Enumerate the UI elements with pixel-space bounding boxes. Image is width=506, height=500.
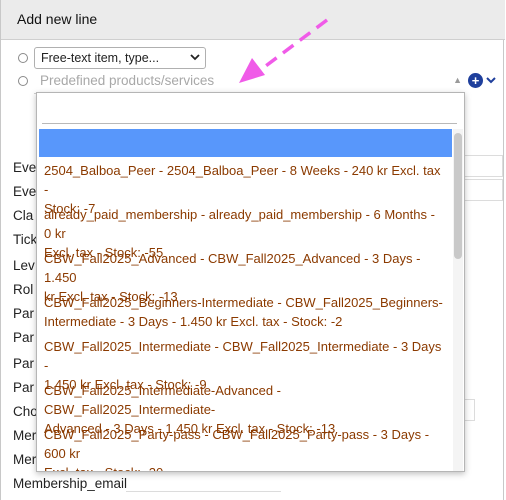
form-label: Mer bbox=[13, 452, 37, 467]
dialog-frame: Add new line Free-text item, type... Pre… bbox=[0, 0, 505, 500]
option-line: 2504_Balboa_Peer - 2504_Balboa_Peer - 8 … bbox=[44, 163, 441, 197]
form-label: Par bbox=[13, 330, 35, 345]
option-line: CBW_Fall2025_Party-pass - CBW_Fall2025_P… bbox=[44, 427, 430, 461]
products-dropdown: 2504_Balboa_Peer - 2504_Balboa_Peer - 8 … bbox=[36, 92, 465, 472]
form-label: Eve bbox=[13, 184, 37, 199]
membership-email-input[interactable] bbox=[126, 491, 281, 492]
dropdown-option[interactable]: CBW_Fall2025_Party-pass - CBW_Fall2025_P… bbox=[44, 425, 444, 471]
form-label: Tick bbox=[13, 232, 38, 247]
form-label: Par bbox=[13, 356, 35, 371]
option-line: CBW_Fall2025_Beginners-Intermediate - CB… bbox=[44, 295, 443, 310]
dashed-arrow-icon bbox=[239, 18, 329, 83]
form-label: Lev bbox=[13, 258, 35, 273]
form-label: Mer bbox=[13, 428, 37, 443]
option-line: Excl. tax - Stock: -20 bbox=[44, 463, 444, 471]
form-label: Cla bbox=[13, 208, 34, 223]
form-label: Rol bbox=[13, 282, 34, 297]
option-line: CBW_Fall2025_Intermediate - CBW_Fall2025… bbox=[44, 339, 442, 373]
form-label: Eve bbox=[13, 160, 37, 175]
form-label: Par bbox=[13, 380, 35, 395]
dropdown-scroll-thumb[interactable] bbox=[454, 133, 462, 259]
option-line: Intermediate - 3 Days - 1.450 kr Excl. t… bbox=[44, 314, 343, 329]
form-label: Cho bbox=[13, 404, 38, 419]
dropdown-option[interactable]: CBW_Fall2025_Beginners-Intermediate - CB… bbox=[44, 293, 444, 331]
option-line: already_paid_membership - already_paid_m… bbox=[44, 207, 435, 241]
option-line: CBW_Fall2025_Intermediate-Advanced - CBW… bbox=[44, 383, 282, 417]
form-label: Par bbox=[13, 306, 35, 321]
option-line: CBW_Fall2025_Advanced - CBW_Fall2025_Adv… bbox=[44, 251, 421, 285]
dropdown-highlighted-option[interactable] bbox=[39, 129, 452, 157]
membership-email-label: Membership_email bbox=[13, 476, 128, 491]
